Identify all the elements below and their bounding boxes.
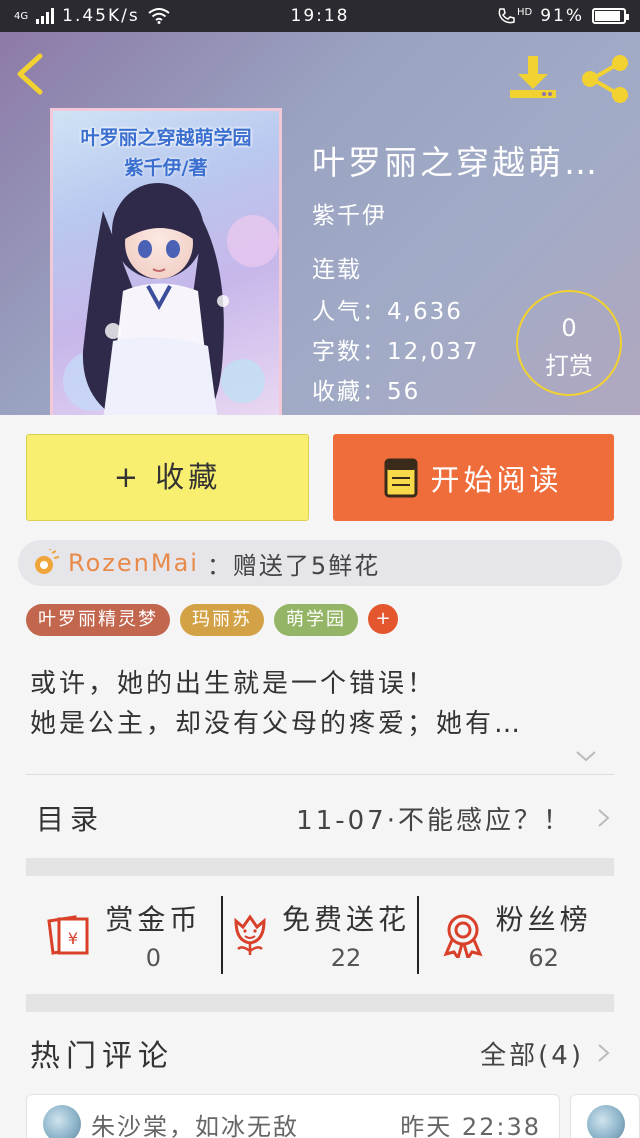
tag-item[interactable]: 叶罗丽精灵梦: [26, 604, 170, 636]
comment-user[interactable]: 朱沙棠，如冰无敌: [91, 1107, 299, 1138]
book-favorites: 收藏：56: [312, 379, 421, 405]
book-word-count: 字数：12,037: [312, 339, 480, 365]
share-button[interactable]: [578, 52, 632, 106]
stat-coins[interactable]: ¥ 赏金币 0: [26, 898, 221, 972]
chevron-right-icon: [598, 809, 610, 827]
battery-icon: [592, 8, 629, 24]
flower-icon: [234, 914, 266, 955]
network-type: 4G: [14, 10, 29, 22]
hd-label: HD: [516, 6, 533, 18]
comment-card[interactable]: 朱沙棠，如冰无敌 昨天 22:38: [26, 1094, 560, 1138]
avatar[interactable]: [43, 1105, 81, 1138]
section-separator: [26, 994, 614, 1012]
start-reading-button[interactable]: 开始阅读: [333, 434, 614, 521]
stats-row: ¥ 赏金币 0 免费送花 22 粉丝榜 62: [26, 876, 614, 994]
tip-count: 0: [561, 314, 577, 342]
book-header: 叶罗丽之穿越萌学园 紫千伊/著 叶罗丽之穿越萌… 紫千伊 连载 人气：4,636…: [0, 32, 640, 415]
book-status: 连载: [312, 257, 362, 283]
add-tag-button[interactable]: +: [368, 604, 398, 634]
stat-label: 赏金币: [105, 903, 202, 936]
gift-text: ：赠送了5鲜花: [206, 551, 381, 580]
book-cover[interactable]: 叶罗丽之穿越萌学园 紫千伊/著: [50, 108, 282, 415]
svg-text:¥: ¥: [68, 929, 78, 948]
download-icon: [510, 56, 556, 98]
stat-label: 免费送花: [282, 903, 411, 936]
comment-card[interactable]: [570, 1094, 640, 1138]
stat-value: 0: [145, 944, 161, 972]
description-line: 她是公主，却没有父母的疼爱；她有…: [30, 709, 524, 739]
stat-value: 22: [330, 944, 362, 972]
book-description[interactable]: 或许，她的出生就是一个错误！ 她是公主，却没有父母的疼爱；她有…: [30, 664, 600, 744]
red-envelope-icon: ¥: [47, 915, 89, 955]
tip-button[interactable]: 0 打赏: [516, 290, 622, 396]
signal-icon: [36, 8, 55, 24]
ribbon-badge-icon: [443, 914, 483, 958]
stat-value: 62: [528, 944, 559, 972]
section-separator: [26, 858, 614, 876]
stat-label: 粉丝榜: [495, 903, 592, 936]
tag-item[interactable]: 萌学园: [274, 604, 358, 636]
book-title: 叶罗丽之穿越萌…: [312, 143, 600, 182]
network-speed: 1.45K/s: [62, 6, 140, 26]
tag-item[interactable]: 玛丽苏: [180, 604, 264, 636]
call-hd-icon: [498, 8, 515, 24]
chevron-right-icon[interactable]: [592, 1042, 614, 1064]
gift-notice[interactable]: RozenMai ：赠送了5鲜花: [18, 540, 622, 586]
cover-author: 紫千伊/著: [124, 157, 208, 179]
latest-chapter: 11-07·不能感应？！: [296, 805, 572, 836]
back-button[interactable]: [14, 52, 54, 102]
battery-percent: 91%: [540, 6, 584, 26]
tip-label: 打赏: [545, 352, 593, 380]
flower-gift-icon: [35, 549, 60, 574]
hot-comments-header: 热门评论 全部(4): [26, 1026, 614, 1080]
avatar[interactable]: [587, 1105, 625, 1138]
cover-title: 叶罗丽之穿越萌学园: [80, 127, 252, 149]
chevron-left-icon: [17, 53, 43, 95]
status-bar: 4G 1.45K/s 19:18 HD 91%: [0, 0, 640, 32]
share-icon: [582, 55, 628, 103]
hot-comments-title: 热门评论: [30, 1039, 174, 1074]
wifi-icon: [148, 8, 170, 24]
book-author[interactable]: 紫千伊: [312, 196, 387, 230]
tag-list: 叶罗丽精灵梦 玛丽苏 萌学园 +: [26, 604, 398, 636]
collect-button[interactable]: + 收藏: [26, 434, 309, 521]
stat-flowers[interactable]: 免费送花 22: [223, 898, 418, 972]
battery-fill: [595, 11, 621, 21]
chevron-down-icon[interactable]: [574, 744, 598, 768]
all-comments-link[interactable]: 全部(4): [480, 1035, 584, 1072]
divider: [26, 774, 614, 775]
comment-time: 昨天 22:38: [400, 1112, 541, 1138]
cover-illustration: [63, 183, 279, 415]
description-line: 或许，她的出生就是一个错误！: [30, 669, 437, 699]
book-icon: [384, 458, 418, 497]
download-button[interactable]: [508, 54, 558, 104]
stat-fans[interactable]: 粉丝榜 62: [419, 898, 614, 972]
book-popularity: 人气：4,636: [312, 299, 463, 325]
gift-user[interactable]: RozenMai: [68, 549, 199, 577]
table-of-contents-row[interactable]: 目录 11-07·不能感应？！: [26, 790, 614, 846]
toc-label: 目录: [36, 803, 105, 836]
start-reading-label: 开始阅读: [430, 462, 563, 497]
